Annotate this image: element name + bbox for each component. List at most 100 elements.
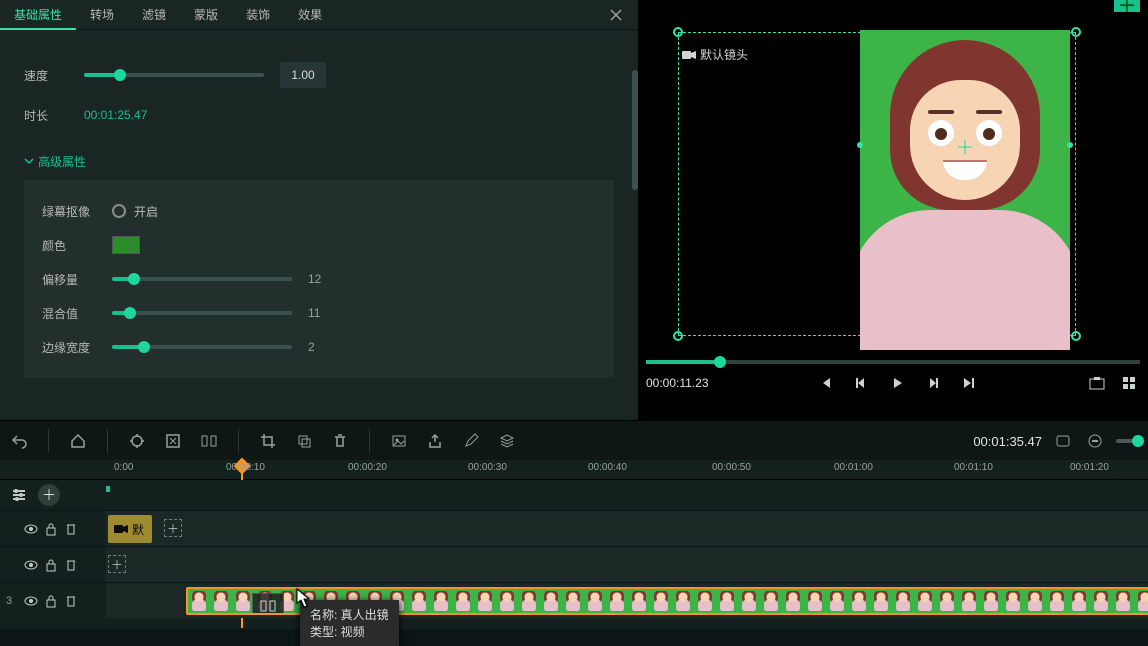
selection-handle-ne[interactable] — [1071, 27, 1081, 37]
subject-handle-e[interactable] — [1067, 142, 1073, 148]
advanced-panel: 绿幕抠像 开启 颜色 偏移量 12 混合值 — [24, 180, 614, 378]
clip-thumbnail — [672, 589, 694, 613]
mouse-cursor-icon — [296, 588, 310, 608]
preview-scrubber-knob[interactable] — [714, 356, 726, 368]
preview-canvas[interactable]: 默认镜头 — [646, 12, 1140, 348]
speed-label: 速度 — [24, 67, 84, 84]
zoom-slider[interactable] — [1116, 439, 1140, 443]
track-trash-icon[interactable] — [64, 594, 78, 608]
blend-slider-knob[interactable] — [124, 307, 136, 319]
add-track-button[interactable]: ＋ — [38, 484, 60, 506]
duration-label: 时长 — [24, 107, 84, 124]
edge-slider-knob[interactable] — [138, 341, 150, 353]
track-header-1[interactable] — [0, 510, 106, 546]
clip-thumbnail — [496, 589, 518, 613]
lock-icon[interactable] — [44, 594, 58, 608]
speed-value[interactable]: 1.00 — [280, 62, 326, 88]
chroma-label: 绿幕抠像 — [42, 203, 112, 220]
step-back-icon[interactable] — [850, 372, 872, 394]
selection-handle-nw[interactable] — [673, 27, 683, 37]
tab-basic[interactable]: 基础属性 — [0, 0, 76, 30]
track-trash-icon[interactable] — [64, 522, 78, 536]
camera-icon — [114, 524, 128, 534]
clip-thumbnail — [188, 589, 210, 613]
zoom-knob[interactable] — [1132, 435, 1144, 447]
speed-slider[interactable] — [84, 73, 264, 77]
step-fwd-icon[interactable] — [922, 372, 944, 394]
ruler-tick: 00:00:40 — [588, 462, 627, 473]
eye-icon[interactable] — [24, 558, 38, 572]
offset-value[interactable]: 12 — [308, 272, 321, 286]
eye-icon[interactable] — [24, 522, 38, 536]
subject-handle-w[interactable] — [857, 142, 863, 148]
preview-subject[interactable] — [860, 30, 1070, 350]
tab-transition[interactable]: 转场 — [76, 0, 128, 30]
edge-value[interactable]: 2 — [308, 340, 315, 354]
preview-scrubber[interactable] — [646, 360, 1140, 364]
offset-slider[interactable] — [112, 277, 292, 281]
tab-decor[interactable]: 装饰 — [232, 0, 284, 30]
target-icon[interactable] — [126, 430, 148, 452]
track-header-2[interactable] — [0, 546, 106, 582]
speed-slider-knob[interactable] — [114, 69, 126, 81]
edit-icon[interactable] — [460, 430, 482, 452]
home-icon[interactable] — [67, 430, 89, 452]
tab-filter[interactable]: 滤镜 — [128, 0, 180, 30]
camera-clip[interactable]: 默 — [108, 515, 152, 543]
crop-icon[interactable] — [257, 430, 279, 452]
clip-thumbnail — [430, 589, 452, 613]
add-clip-box[interactable]: ＋ — [164, 519, 182, 537]
zoom-out-icon[interactable] — [1084, 430, 1106, 452]
skip-end-icon[interactable] — [958, 372, 980, 394]
image-icon[interactable] — [388, 430, 410, 452]
subject-center-icon[interactable] — [958, 140, 972, 154]
selection-handle-se[interactable] — [1071, 331, 1081, 341]
timeline-ruler[interactable]: 0:0000:00:1000:00:2000:00:3000:00:4000:0… — [0, 460, 1148, 480]
screenshot-icon[interactable] — [1086, 372, 1108, 394]
track-3[interactable] — [106, 582, 1148, 618]
selection-handle-sw[interactable] — [673, 331, 683, 341]
clip-thumbnail — [980, 589, 1002, 613]
color-swatch[interactable] — [112, 236, 140, 254]
track-1[interactable]: 默 ＋ — [106, 510, 1148, 546]
chroma-radio[interactable] — [112, 204, 126, 218]
export-icon[interactable] — [424, 430, 446, 452]
tooltip-line1: 名称: 真人出镜 — [310, 606, 389, 623]
edge-slider[interactable] — [112, 345, 292, 349]
loop-icon[interactable] — [1052, 430, 1074, 452]
track-2[interactable]: ＋ — [106, 546, 1148, 582]
clip-thumbnail — [210, 589, 232, 613]
clip-thumbnail — [914, 589, 936, 613]
track-header-3[interactable]: 3 — [0, 582, 106, 618]
lock-icon[interactable] — [44, 522, 58, 536]
tab-mask[interactable]: 蒙版 — [180, 0, 232, 30]
clip-thumbnail — [848, 589, 870, 613]
eye-icon[interactable] — [24, 594, 38, 608]
fit-icon[interactable] — [162, 430, 184, 452]
copy-icon[interactable] — [293, 430, 315, 452]
edge-label: 边缘宽度 — [42, 339, 112, 356]
lock-icon[interactable] — [44, 558, 58, 572]
split-icon[interactable] — [198, 430, 220, 452]
clip-thumbnail — [1134, 589, 1148, 613]
blend-slider[interactable] — [112, 311, 292, 315]
ruler-tick: 00:00:30 — [468, 462, 507, 473]
offset-slider-knob[interactable] — [128, 273, 140, 285]
clip-thumbnail — [870, 589, 892, 613]
close-icon[interactable] — [610, 9, 638, 21]
skip-start-icon[interactable] — [814, 372, 836, 394]
play-icon[interactable] — [886, 372, 908, 394]
undo-icon[interactable] — [8, 430, 30, 452]
blend-value[interactable]: 11 — [308, 306, 320, 320]
tracks-settings-icon[interactable] — [8, 484, 30, 506]
split-clip-icon[interactable] — [252, 593, 284, 615]
layers-icon[interactable] — [496, 430, 518, 452]
clip-thumbnail — [1112, 589, 1134, 613]
tab-effect[interactable]: 效果 — [284, 0, 336, 30]
tab-strip: 基础属性 转场 滤镜 蒙版 装饰 效果 — [0, 0, 638, 30]
add-clip-box[interactable]: ＋ — [108, 555, 126, 573]
trash-icon[interactable] — [329, 430, 351, 452]
track-trash-icon[interactable] — [64, 558, 78, 572]
advanced-collapser[interactable]: 高级属性 — [24, 146, 614, 176]
grid-icon[interactable] — [1118, 372, 1140, 394]
